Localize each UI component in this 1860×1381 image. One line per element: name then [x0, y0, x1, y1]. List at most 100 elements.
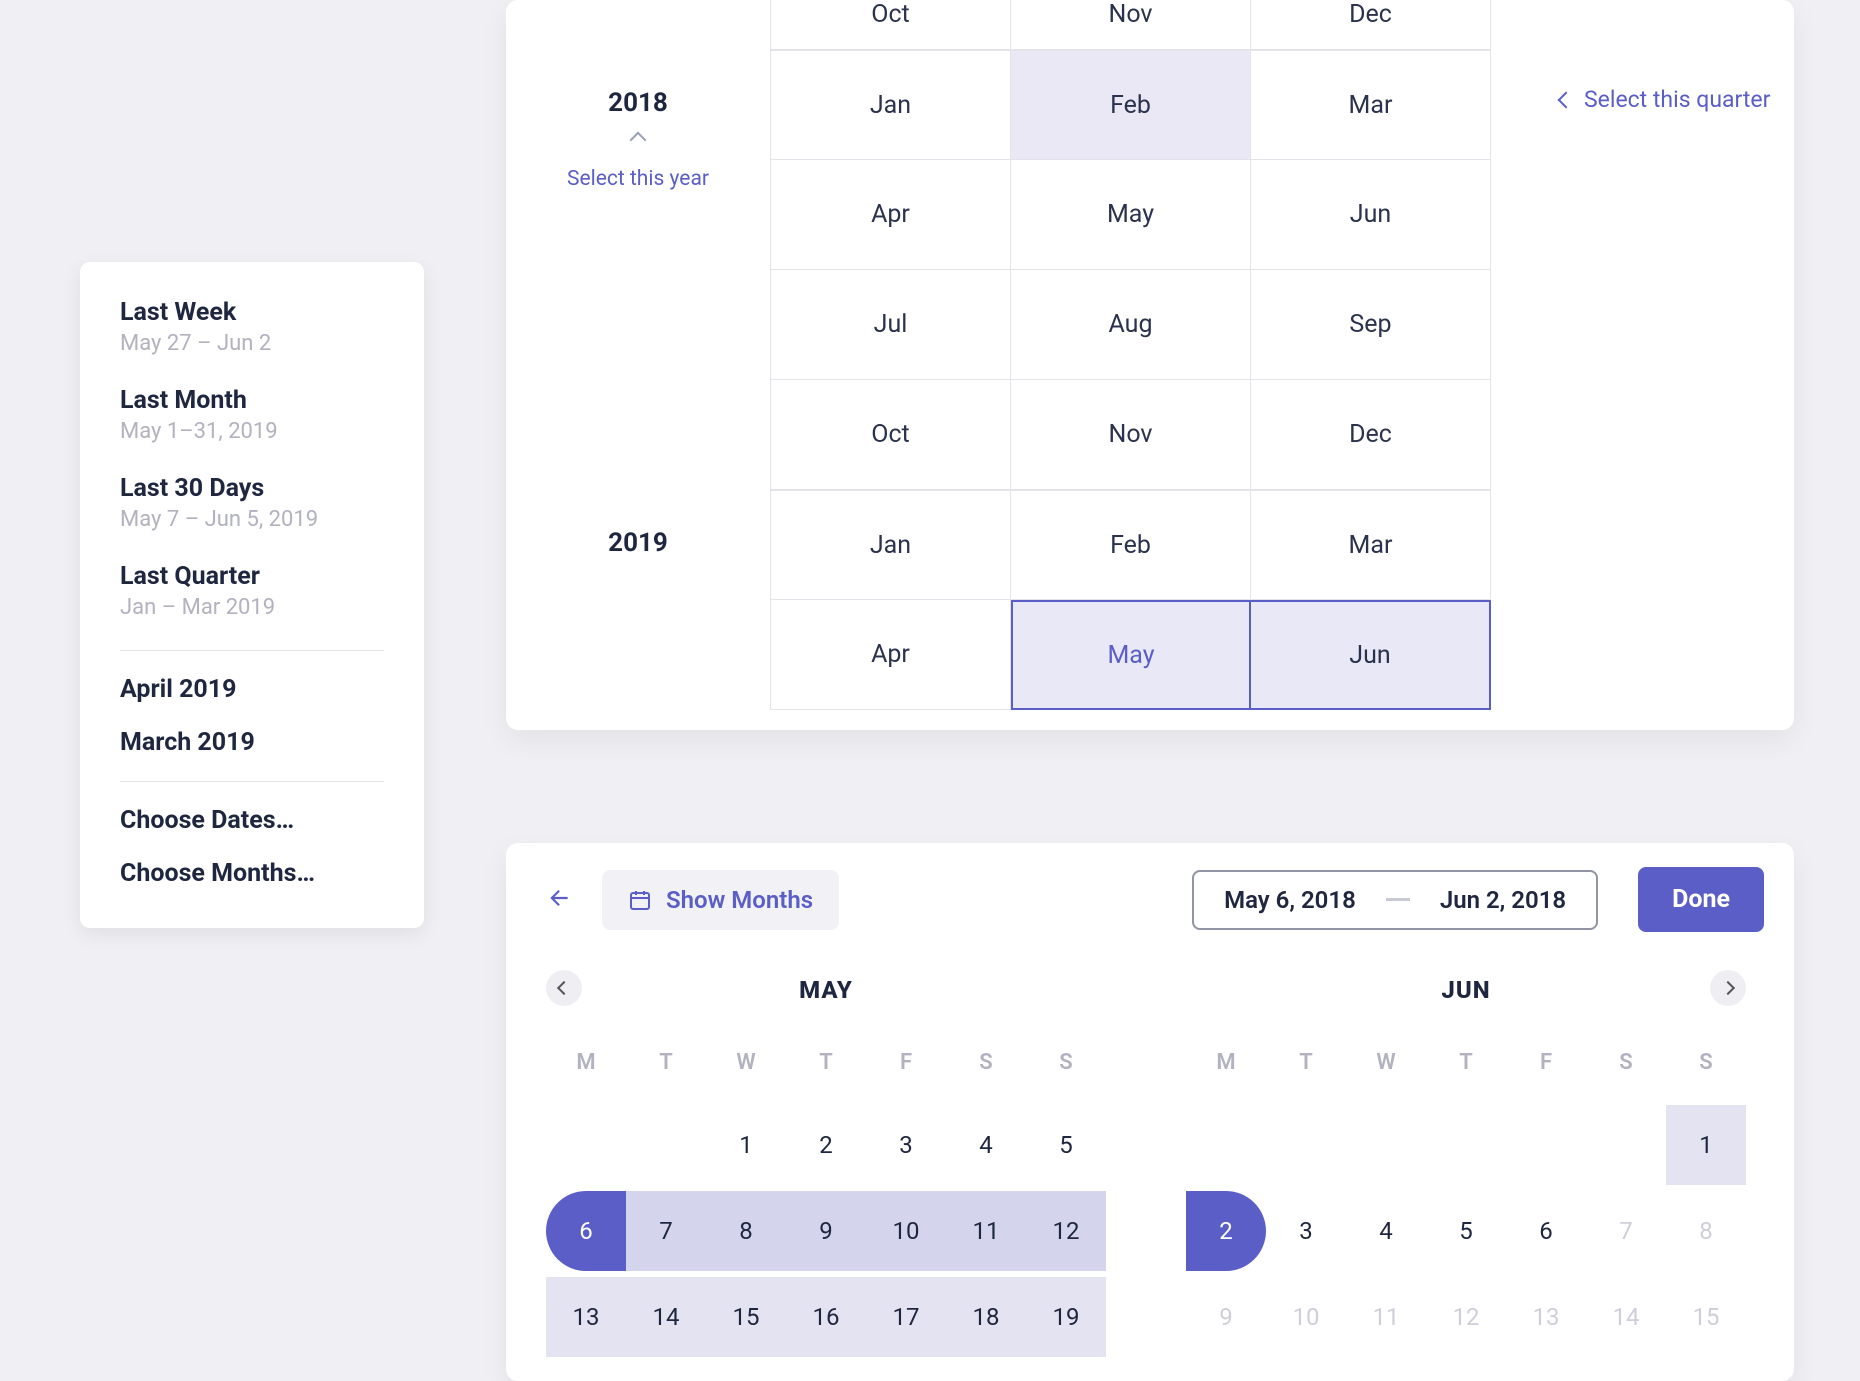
may-day-14[interactable]: 14: [626, 1277, 706, 1357]
preset-april-2019[interactable]: April 2019: [120, 675, 384, 704]
preset-last-30[interactable]: Last 30 Days May 7 – Jun 5, 2019: [120, 474, 384, 532]
calendar-title-jun: JUN: [1186, 976, 1746, 1004]
calendar-icon: [628, 888, 652, 912]
may-day-1[interactable]: 1: [706, 1105, 786, 1185]
date-range-display[interactable]: May 6, 2018 Jun 2, 2018: [1192, 870, 1598, 930]
prev-month-button[interactable]: [546, 970, 582, 1006]
year-row-2017: 2017 Oct Nov Dec: [506, 0, 1794, 50]
jun-day-1[interactable]: 1: [1666, 1105, 1746, 1185]
calendars: MAY M T W T F S S 1234567891011121314151…: [536, 976, 1764, 1357]
select-this-year-link[interactable]: Select this year: [567, 166, 709, 193]
jun-day-3[interactable]: 3: [1266, 1191, 1346, 1271]
may-day-3[interactable]: 3: [866, 1105, 946, 1185]
may-day-11[interactable]: 11: [946, 1191, 1026, 1271]
chevron-left-icon: [557, 981, 571, 995]
year-2017-label: 2017: [608, 0, 668, 4]
jun-day-2[interactable]: 2: [1186, 1191, 1266, 1271]
may-day-9[interactable]: 9: [786, 1191, 866, 1271]
choose-months[interactable]: Choose Months…: [120, 859, 384, 888]
dash-icon: [1386, 898, 1410, 901]
month-2018-aug[interactable]: Aug: [1011, 270, 1251, 380]
month-2018-jul[interactable]: Jul: [771, 270, 1011, 380]
jun-day-13[interactable]: 13: [1506, 1277, 1586, 1357]
may-day-17[interactable]: 17: [866, 1277, 946, 1357]
jun-day-5[interactable]: 5: [1426, 1191, 1506, 1271]
month-2018-oct[interactable]: Oct: [771, 380, 1011, 490]
jun-day-12[interactable]: 12: [1426, 1277, 1506, 1357]
done-button[interactable]: Done: [1638, 867, 1764, 932]
may-day-5[interactable]: 5: [1026, 1105, 1106, 1185]
year-row-2018: 2018 Select this year Jan Feb Mar Apr Ma…: [506, 50, 1794, 490]
chevron-up-icon: [630, 132, 647, 149]
may-day-16[interactable]: 16: [786, 1277, 866, 1357]
preset-last-month[interactable]: Last Month May 1–31, 2019: [120, 386, 384, 444]
jun-day-9[interactable]: 9: [1186, 1277, 1266, 1357]
jun-day-7[interactable]: 7: [1586, 1191, 1666, 1271]
choose-dates[interactable]: Choose Dates…: [120, 806, 384, 835]
year-label-col-2018: 2018 Select this year: [506, 50, 770, 490]
jun-day-14[interactable]: 14: [1586, 1277, 1666, 1357]
month-2018-apr[interactable]: Apr: [771, 160, 1011, 270]
may-day-10[interactable]: 10: [866, 1191, 946, 1271]
year-2019-label: 2019: [608, 528, 668, 558]
month-2019-feb[interactable]: Feb: [1011, 490, 1251, 600]
month-2018-nov[interactable]: Nov: [1011, 380, 1251, 490]
show-months-label: Show Months: [666, 886, 813, 914]
preset-march-2019[interactable]: March 2019: [120, 728, 384, 757]
month-2019-mar[interactable]: Mar: [1251, 490, 1491, 600]
month-2019-jan[interactable]: Jan: [771, 490, 1011, 600]
month-2018-dec[interactable]: Dec: [1251, 380, 1491, 490]
jun-day-8[interactable]: 8: [1666, 1191, 1746, 1271]
jun-day-6[interactable]: 6: [1506, 1191, 1586, 1271]
month-2017-dec[interactable]: Dec: [1251, 0, 1491, 50]
datepicker-header: Show Months May 6, 2018 Jun 2, 2018 Done: [536, 867, 1764, 932]
may-day-4[interactable]: 4: [946, 1105, 1026, 1185]
month-2018-jun[interactable]: Jun: [1251, 160, 1491, 270]
year-row-2019: 2019 Jan Feb Mar Apr May Jun: [506, 490, 1794, 730]
may-day-6[interactable]: 6: [546, 1191, 626, 1271]
jun-day-10[interactable]: 10: [1266, 1277, 1346, 1357]
month-2019-jun[interactable]: Jun: [1251, 600, 1491, 710]
may-day-2[interactable]: 2: [786, 1105, 866, 1185]
month-2019-apr[interactable]: Apr: [771, 600, 1011, 710]
preset-last-quarter[interactable]: Last Quarter Jan – Mar 2019: [120, 562, 384, 620]
year-label-col-2017: 2017: [506, 0, 770, 50]
may-day-19[interactable]: 19: [1026, 1277, 1106, 1357]
show-months-button[interactable]: Show Months: [602, 870, 839, 930]
dow-row: M T W T F S S: [1186, 1050, 1746, 1075]
may-days-grid: 12345678910111213141516171819: [546, 1105, 1106, 1357]
jun-day-11[interactable]: 11: [1346, 1277, 1426, 1357]
month-2018-sep[interactable]: Sep: [1251, 270, 1491, 380]
calendar-may: MAY M T W T F S S 1234567891011121314151…: [546, 976, 1106, 1357]
month-2017-oct[interactable]: Oct: [771, 0, 1011, 50]
range-end: Jun 2, 2018: [1440, 886, 1566, 914]
year-2018-label: 2018: [608, 88, 668, 118]
month-2017-nov[interactable]: Nov: [1011, 0, 1251, 50]
year-label-col-2019: 2019: [506, 490, 770, 710]
may-day-12[interactable]: 12: [1026, 1191, 1106, 1271]
may-day-18[interactable]: 18: [946, 1277, 1026, 1357]
month-2018-jan[interactable]: Jan: [771, 50, 1011, 160]
preset-last-week[interactable]: Last Week May 27 – Jun 2: [120, 298, 384, 356]
next-month-button[interactable]: [1710, 970, 1746, 1006]
select-this-quarter-link[interactable]: Select this quarter: [1560, 86, 1770, 113]
may-day-7[interactable]: 7: [626, 1191, 706, 1271]
jun-day-15[interactable]: 15: [1666, 1277, 1746, 1357]
month-2019-may[interactable]: May: [1011, 600, 1251, 710]
calendar-title-may: MAY: [546, 976, 1106, 1004]
month-2018-mar[interactable]: Mar: [1251, 50, 1491, 160]
month-2018-feb[interactable]: Feb: [1011, 50, 1251, 160]
date-range-panel: Show Months May 6, 2018 Jun 2, 2018 Done…: [506, 843, 1794, 1381]
chevron-left-icon: [1558, 91, 1575, 108]
may-day-15[interactable]: 15: [706, 1277, 786, 1357]
preset-sidebar: Last Week May 27 – Jun 2 Last Month May …: [80, 262, 424, 928]
may-day-8[interactable]: 8: [706, 1191, 786, 1271]
may-day-13[interactable]: 13: [546, 1277, 626, 1357]
back-button[interactable]: [536, 875, 582, 925]
month-2018-may[interactable]: May: [1011, 160, 1251, 270]
arrow-left-icon: [546, 885, 572, 911]
preset-title: Last Week: [120, 298, 384, 327]
divider: [120, 650, 384, 651]
jun-day-4[interactable]: 4: [1346, 1191, 1426, 1271]
divider: [120, 781, 384, 782]
